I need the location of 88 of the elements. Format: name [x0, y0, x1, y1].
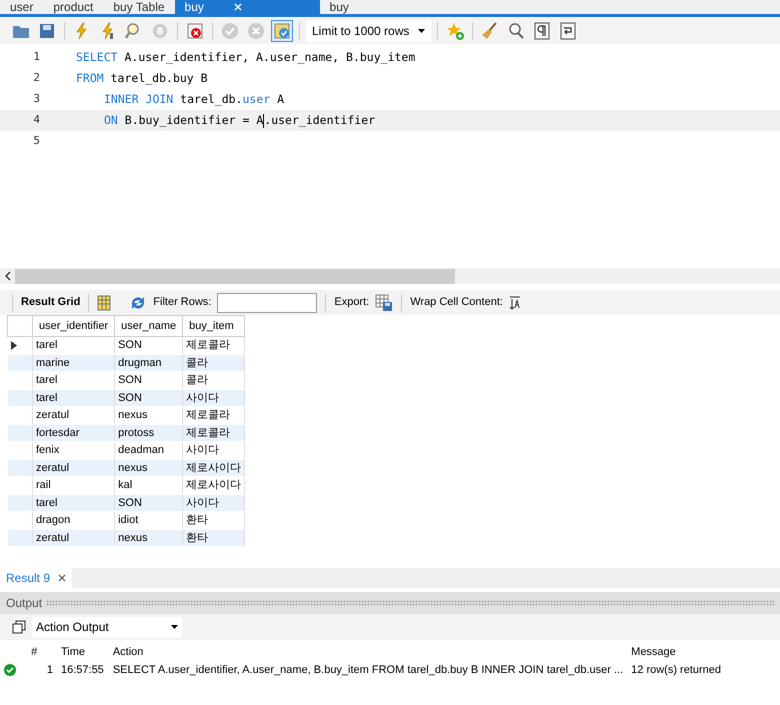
auto-commit-button[interactable] — [271, 20, 293, 42]
table-cell-text: 12 row(s) returned — [630, 662, 722, 678]
table-cell: 환타 — [182, 512, 245, 529]
code-line: FROM tarel_db.buy B — [76, 70, 208, 87]
table-cell: zeratul — [32, 529, 115, 546]
grid-columns-icon[interactable] — [97, 294, 112, 310]
scroll-left-icon[interactable] — [4, 271, 12, 281]
table-cell: fenix — [32, 442, 115, 459]
table-cell: dragon — [32, 512, 115, 529]
export-icon[interactable] — [375, 294, 394, 312]
check-icon[interactable] — [220, 20, 240, 40]
table-cell: 제로사이다 — [182, 459, 245, 476]
copy-icon[interactable] — [12, 620, 26, 634]
table-cell: SON — [114, 336, 183, 354]
column-header[interactable]: Time — [56, 643, 109, 661]
wrap-icon[interactable] — [558, 20, 578, 40]
tab[interactable]: buy — [320, 0, 359, 14]
tab[interactable]: user — [0, 0, 44, 14]
tab[interactable]: buy — [174, 0, 320, 14]
output-dropdown[interactable]: Action Output — [32, 616, 182, 638]
table-cell: deadman — [114, 442, 183, 459]
table-cell: SON — [114, 372, 183, 389]
table-cell: tarel — [32, 372, 115, 389]
export-label: Export: — [334, 295, 370, 310]
code-line: ON B.buy_identifier = A.user_identifier — [103, 112, 376, 130]
paragraph-icon[interactable] — [532, 20, 552, 40]
current-row-icon — [10, 340, 16, 350]
tab[interactable]: product — [43, 0, 104, 14]
filter-label: Filter Rows: — [153, 295, 212, 310]
table-cell: protoss — [114, 424, 183, 442]
limit-dropdown[interactable]: Limit to 1000 rows — [306, 20, 431, 42]
table-cell: 환타 — [182, 529, 245, 546]
tab[interactable]: buy Table — [103, 0, 175, 14]
stop-icon[interactable] — [185, 20, 205, 40]
table-cell: 제로콜라 — [182, 424, 245, 442]
table-cell: 제로사이다 — [182, 476, 245, 494]
code-line: INNER JOIN tarel_db.user A — [103, 90, 284, 108]
table-cell: 제로콜라 — [182, 406, 245, 424]
table-cell: tarel — [32, 336, 115, 354]
line-number: 3 — [32, 91, 40, 108]
star-add-icon[interactable] — [445, 20, 465, 40]
table-cell: 제로콜라 — [182, 336, 245, 354]
column-header[interactable]: user_identifier — [32, 316, 115, 336]
column-header[interactable]: # — [27, 643, 57, 661]
table-cell-text: SELECT A.user_identifier, A.user_name, B.buy_item FROM tarel_db.buy B INNER JOIN tarel_db.user ... — [112, 662, 624, 678]
table-cell: zeratul — [32, 406, 115, 424]
table-cell-text: 1 — [46, 662, 54, 678]
wrap-label: Wrap Cell Content: — [410, 295, 503, 310]
table-cell: 콜라 — [182, 354, 245, 372]
table-cell: zeratul — [32, 459, 115, 476]
table-cell: fortesdar — [32, 424, 115, 442]
filter-field[interactable] — [217, 292, 318, 312]
table-cell: tarel — [32, 494, 115, 512]
code-line: SELECT A.user_identifier, A.user_name, B.buy_item — [76, 48, 416, 66]
table-cell: 사이다 — [182, 494, 245, 512]
line-number: 2 — [32, 70, 40, 86]
column-header[interactable]: user_name — [114, 316, 183, 336]
line-number: 5 — [32, 133, 40, 150]
result-grid-label[interactable]: Result Grid — [21, 294, 80, 311]
table-cell: 콜라 — [182, 372, 245, 389]
wrap-text-icon[interactable] — [508, 296, 521, 310]
text-cursor — [263, 114, 264, 128]
scrollbar-thumb[interactable] — [15, 268, 455, 284]
table-cell: nexus — [114, 459, 183, 476]
table-cell: drugman — [114, 354, 183, 372]
table-cell: rail — [32, 476, 115, 494]
caret-icon — [171, 625, 178, 629]
column-header[interactable]: buy_item — [182, 316, 245, 336]
table-cell: nexus — [114, 406, 183, 424]
caret-icon — [418, 28, 425, 32]
result-tab[interactable]: Result 9 — [0, 568, 72, 588]
table-cell: tarel — [32, 389, 115, 406]
table-cell: SON — [114, 494, 183, 512]
line-number: 4 — [32, 112, 40, 128]
check-toggle-icon — [272, 20, 292, 40]
close-icon[interactable] — [58, 574, 66, 582]
line-number: 1 — [32, 49, 40, 66]
table-cell-text: 16:57:55 — [60, 662, 105, 678]
table-cell: 사이다 — [182, 389, 245, 406]
table-cell: idiot — [114, 512, 183, 529]
table-cell: marine — [32, 354, 115, 372]
panel-title: Output — [6, 595, 42, 612]
table-cell: kal — [114, 476, 183, 494]
table-cell: nexus — [114, 529, 183, 546]
table-cell: 사이다 — [182, 442, 245, 459]
column-header[interactable]: Action — [108, 643, 628, 661]
table-cell: SON — [114, 389, 183, 406]
column-header[interactable]: Message — [627, 643, 780, 661]
